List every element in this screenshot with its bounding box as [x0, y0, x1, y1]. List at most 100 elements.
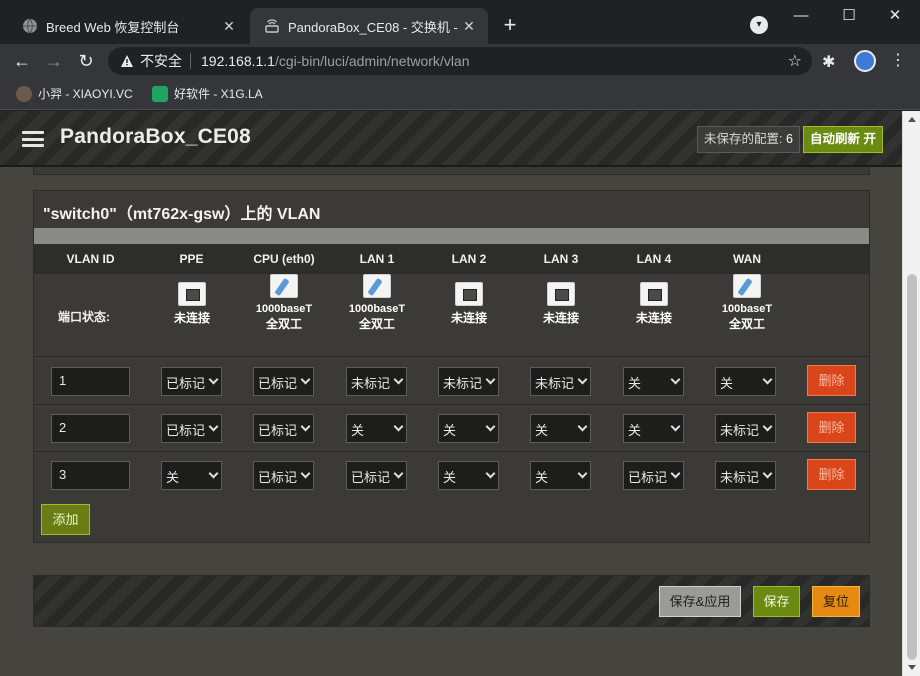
scroll-down-icon[interactable]: [908, 665, 916, 670]
bookmark-x1g[interactable]: 好软件 - X1G.LA: [152, 85, 263, 102]
warning-icon: [121, 55, 133, 67]
chevron-down-icon: [208, 468, 219, 479]
port-status-lan1: 1000baseT 全双工: [341, 274, 413, 332]
port-select-lan1[interactable]: 已标记: [346, 461, 407, 490]
port-select-lan4[interactable]: 关: [623, 367, 684, 396]
port-select-lan2[interactable]: 未标记: [438, 367, 499, 396]
select-value: 未标记: [535, 376, 575, 391]
brand-title[interactable]: PandoraBox_CE08: [60, 125, 251, 149]
port-select-lan3[interactable]: 关: [530, 414, 591, 443]
chevron-down-icon: [393, 468, 404, 479]
back-icon[interactable]: ←: [10, 49, 34, 73]
table-header: VLAN ID PPE CPU (eth0) LAN 1 LAN 2 LAN 3…: [34, 244, 869, 274]
delete-button[interactable]: 删除: [807, 459, 856, 490]
globe-icon: [22, 18, 38, 34]
router-icon: [264, 18, 280, 34]
bookmark-xiaoyi[interactable]: 小羿 - XIAOYI.VC: [16, 85, 133, 102]
port-status-lan3: 未连接: [525, 282, 597, 326]
vlan-id-input[interactable]: 1: [51, 367, 130, 396]
port-select-lan2[interactable]: 关: [438, 414, 499, 443]
port-select-ppe[interactable]: 已标记: [161, 414, 222, 443]
bookmark-star-icon[interactable]: ☆: [788, 51, 802, 71]
select-value: 关: [443, 470, 457, 485]
chevron-down-icon: [393, 421, 404, 432]
tab-title: PandoraBox_CE08 - 交换机 - Lu: [288, 19, 460, 35]
select-value: 关: [443, 423, 457, 438]
port-select-ppe[interactable]: 已标记: [161, 367, 222, 396]
delete-button[interactable]: 删除: [807, 412, 856, 443]
url-host: 192.168.1.1: [201, 53, 275, 69]
port-select-wan[interactable]: 关: [715, 367, 776, 396]
port-select-cpu[interactable]: 已标记: [253, 414, 314, 443]
chevron-down-icon: [577, 421, 588, 432]
scrollbar-thumb[interactable]: [907, 274, 917, 660]
reload-icon[interactable]: ↻: [74, 49, 98, 73]
profile-avatar[interactable]: [854, 50, 876, 72]
new-tab-icon[interactable]: +: [498, 14, 522, 38]
address-bar[interactable]: 不安全 192.168.1.1/cgi-bin/luci/admin/netwo…: [108, 47, 812, 75]
add-vlan-button[interactable]: 添加: [41, 504, 90, 535]
port-select-lan4[interactable]: 已标记: [623, 461, 684, 490]
select-value: 未标记: [351, 376, 391, 391]
luci-header: PandoraBox_CE08 未保存的配置: 6 自动刷新 开: [0, 111, 902, 167]
port-select-lan3[interactable]: 关: [530, 461, 591, 490]
app-icon: [152, 85, 168, 102]
port-select-wan[interactable]: 未标记: [715, 461, 776, 490]
vlan-id-input[interactable]: 2: [51, 414, 130, 443]
forward-icon[interactable]: →: [42, 49, 66, 73]
port-select-cpu[interactable]: 已标记: [253, 461, 314, 490]
chevron-down-icon: [208, 374, 219, 385]
chevron-down-icon: [485, 421, 496, 432]
chevron-down-icon: [670, 374, 681, 385]
reset-button[interactable]: 复位: [812, 586, 860, 617]
port-speed: 100baseT: [721, 303, 773, 315]
port-status-lan4: 未连接: [618, 282, 690, 326]
port-select-cpu[interactable]: 已标记: [253, 367, 314, 396]
port-select-lan1[interactable]: 未标记: [346, 367, 407, 396]
minimize-icon[interactable]: —: [778, 4, 824, 28]
menu-kebab-icon[interactable]: ⋮: [888, 50, 908, 72]
unsaved-changes-indicator[interactable]: 未保存的配置: 6: [697, 126, 800, 153]
close-tab-icon[interactable]: ✕: [220, 18, 238, 35]
port-select-lan4[interactable]: 关: [623, 414, 684, 443]
select-value: 关: [628, 376, 642, 391]
page-scrollbar[interactable]: [902, 111, 920, 676]
port-state: 全双工: [358, 317, 395, 331]
previous-section-edge: [33, 167, 870, 175]
menu-hamburger-icon[interactable]: [22, 131, 44, 147]
col-ppe: PPE: [179, 252, 204, 266]
chevron-down-icon: [485, 374, 496, 385]
maximize-icon[interactable]: ☐: [826, 4, 872, 28]
security-label: 不安全: [140, 53, 182, 69]
tab-breed[interactable]: Breed Web 恢复控制台 ✕: [8, 8, 248, 44]
delete-button[interactable]: 删除: [807, 365, 856, 396]
tab-pandorabox[interactable]: PandoraBox_CE08 - 交换机 - Lu ✕: [250, 8, 488, 44]
unsaved-count: 6: [785, 132, 793, 146]
vlan-id-input[interactable]: 3: [51, 461, 130, 490]
port-state: 未连接: [635, 311, 672, 325]
port-select-lan2[interactable]: 关: [438, 461, 499, 490]
port-down-icon: [455, 282, 483, 306]
save-button[interactable]: 保存: [753, 586, 800, 617]
port-select-lan1[interactable]: 关: [346, 414, 407, 443]
select-value: 未标记: [720, 470, 760, 485]
url-path: /cgi-bin/luci/admin/network/vlan: [274, 53, 470, 69]
auto-refresh-toggle[interactable]: 自动刷新 开: [803, 126, 883, 153]
extensions-icon[interactable]: ✱: [822, 52, 840, 71]
browser-toolbar: ← → ↻ 不安全 192.168.1.1/cgi-bin/luci/admin…: [0, 44, 920, 78]
col-lan3: LAN 3: [543, 252, 579, 266]
save-apply-button[interactable]: 保存&应用: [659, 586, 741, 617]
close-tab-icon[interactable]: ✕: [460, 18, 478, 35]
scroll-up-icon[interactable]: [908, 117, 916, 122]
port-select-lan3[interactable]: 未标记: [530, 367, 591, 396]
chevron-down-icon: [393, 374, 404, 385]
tab-title: Breed Web 恢复控制台: [46, 19, 180, 35]
port-select-ppe[interactable]: 关: [161, 461, 222, 490]
port-select-wan[interactable]: 未标记: [715, 414, 776, 443]
port-status-label: 端口状态:: [58, 310, 110, 324]
select-value: 关: [535, 470, 549, 485]
select-value: 关: [720, 376, 734, 391]
window-close-icon[interactable]: ✕: [872, 4, 918, 28]
tab-search-icon[interactable]: ▾: [750, 16, 768, 34]
select-value: 关: [351, 423, 365, 438]
